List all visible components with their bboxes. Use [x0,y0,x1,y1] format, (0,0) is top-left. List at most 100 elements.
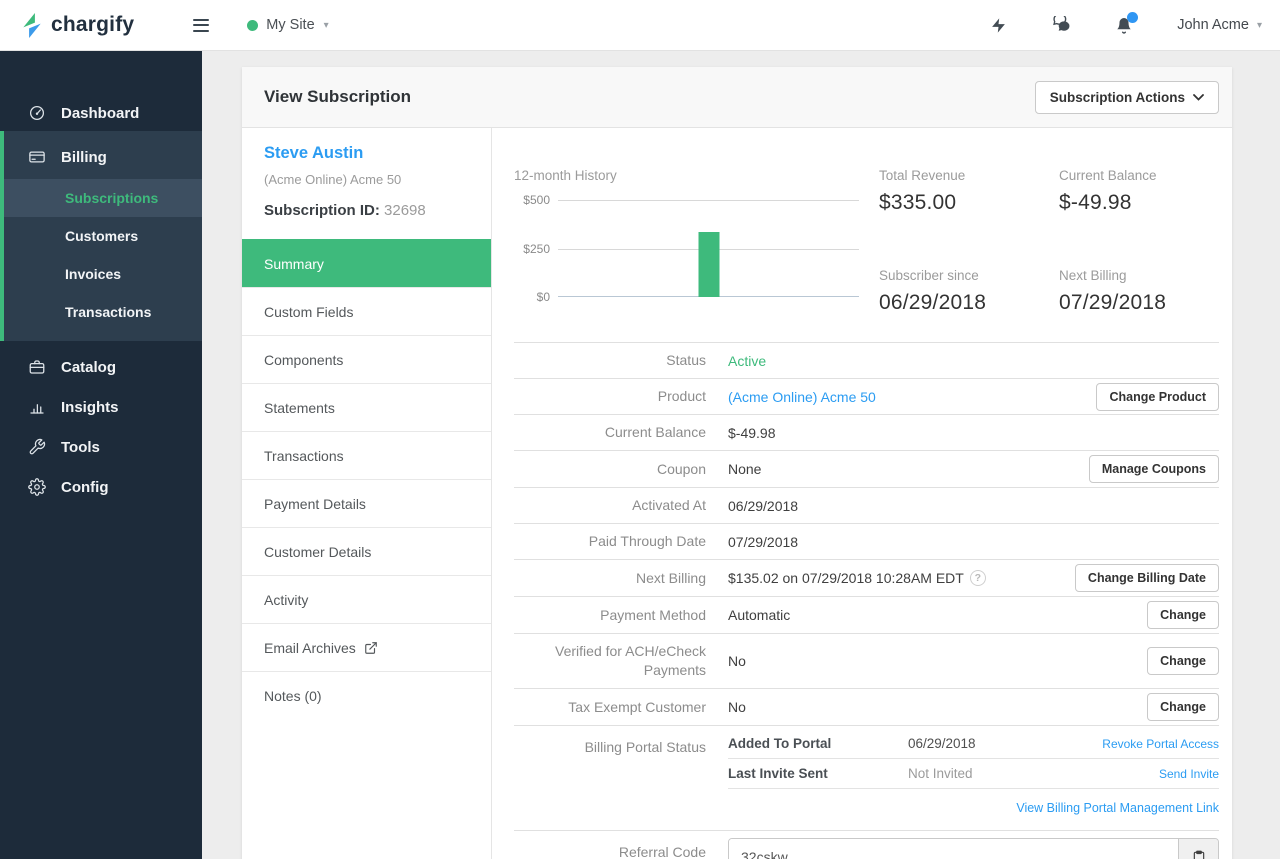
tab-custom-fields[interactable]: Custom Fields [242,287,491,335]
subscription-id-value: 32698 [384,202,426,219]
row-label: Billing Portal Status [584,739,706,755]
sidebar-item-label: Catalog [61,358,117,376]
portal-table: Added To Portal 06/29/2018 Revoke Portal… [728,726,1219,817]
referral-code-input[interactable] [729,839,1178,859]
stat-total-revenue: Total Revenue $335.00 [879,168,1059,242]
help-icon[interactable]: ? [969,570,986,586]
row-label: Current Balance [604,424,706,441]
subscription-actions-label: Subscription Actions [1049,89,1185,105]
row-label: Product [657,388,706,405]
stat-value: 07/29/2018 [1059,291,1167,314]
sidebar: Dashboard Billing Subscriptions Customer… [0,51,202,859]
change-payment-method-button[interactable]: Change [1147,601,1219,629]
sidebar-item-dashboard[interactable]: Dashboard [0,95,202,131]
stats-grid: Total Revenue $335.00 Current Balance $-… [879,168,1219,342]
sidebar-subitem-label: Transactions [65,304,152,320]
row-label: Next Billing [635,569,706,586]
row-label: Paid Through Date [588,533,706,550]
site-name: My Site [266,17,315,33]
chat-icon[interactable] [1051,16,1071,34]
stat-label: Next Billing [1059,268,1127,283]
hamburger-menu-icon[interactable] [189,15,213,36]
stat-value: $-49.98 [1059,191,1132,214]
quick-actions-icon[interactable] [990,17,1007,34]
sidebar-item-billing[interactable]: Billing [4,135,202,179]
view-portal-management-link[interactable]: View Billing Portal Management Link [1016,801,1219,815]
row-value: $-49.98 [728,424,776,441]
tab-notes[interactable]: Notes (0) [242,671,491,719]
tab-email-archives[interactable]: Email Archives [242,623,491,671]
row-label: Payment Method [600,606,706,623]
subscription-actions-button[interactable]: Subscription Actions [1034,80,1219,114]
tab-label: Transactions [264,447,344,464]
sidebar-item-subscriptions[interactable]: Subscriptions [4,179,202,217]
product-link[interactable]: (Acme Online) Acme 50 [728,389,876,405]
gear-icon [28,478,46,496]
sidebar-subitem-label: Invoices [65,266,122,282]
gridline [558,200,859,201]
chart-title: 12-month History [514,168,617,183]
portal-row-value: Not Invited [908,766,973,781]
change-tax-exempt-button[interactable]: Change [1147,693,1219,721]
revoke-portal-access-link[interactable]: Revoke Portal Access [1102,737,1219,751]
chevron-down-icon: ▾ [1256,19,1262,31]
sidebar-item-label: Dashboard [61,104,140,122]
tab-summary[interactable]: Summary [242,239,491,287]
y-tick: $0 [536,290,550,304]
stat-value: $335.00 [879,191,957,214]
row-activated-at: Activated At 06/29/2018 [514,487,1219,523]
subscription-id-label: Subscription ID: [264,202,380,219]
sidebar-item-label: Config [61,478,109,496]
row-paid-through-date: Paid Through Date 07/29/2018 [514,523,1219,559]
tab-components[interactable]: Components [242,335,491,383]
notifications-bell-icon[interactable] [1115,11,1139,35]
copy-to-clipboard-button[interactable] [1178,839,1218,859]
customer-name-link[interactable]: Steve Austin [264,144,469,163]
tab-label: Components [264,351,344,368]
external-link-icon [364,641,377,654]
manage-coupons-button[interactable]: Manage Coupons [1088,455,1219,483]
tab-label: Custom Fields [264,303,354,320]
site-selector[interactable]: My Site ▾ [247,17,329,33]
sidebar-group-billing: Billing Subscriptions Customers Invoices… [0,131,202,341]
details-table: Status Active Product (Acme Online) Acme… [514,342,1219,859]
gauge-icon [29,105,45,121]
row-referral-code: Referral Code [514,830,1219,859]
chargify-logo[interactable]: chargify [20,12,134,39]
summary-panel: 12-month History $500 $250 $0 Total Reve… [492,128,1232,859]
row-value: $135.02 on 07/29/2018 10:28AM EDT [728,570,964,586]
sidebar-item-customers[interactable]: Customers [4,217,202,255]
subscription-nav-panel: Steve Austin (Acme Online) Acme 50 Subsc… [242,128,492,859]
sidebar-item-transactions[interactable]: Transactions [4,293,202,331]
sidebar-item-catalog[interactable]: Catalog [0,347,202,387]
tab-payment-details[interactable]: Payment Details [242,479,491,527]
row-next-billing: Next Billing $135.02 on 07/29/2018 10:28… [514,559,1219,596]
portal-row-added: Added To Portal 06/29/2018 Revoke Portal… [728,729,1219,759]
sidebar-subitem-label: Subscriptions [65,190,159,206]
send-invite-link[interactable]: Send Invite [1159,767,1219,781]
row-ach-verified: Verified for ACH/eCheck Payments No Chan… [514,633,1219,688]
sidebar-item-config[interactable]: Config [0,467,202,507]
row-label: Tax Exempt Customer [568,698,706,715]
stat-label: Current Balance [1059,168,1157,183]
sidebar-item-invoices[interactable]: Invoices [4,255,202,293]
user-menu[interactable]: John Acme ▾ [1177,17,1262,33]
row-value: Automatic [728,607,791,623]
sidebar-item-insights[interactable]: Insights [0,387,202,427]
change-billing-date-button[interactable]: Change Billing Date [1074,564,1219,592]
tab-statements[interactable]: Statements [242,383,491,431]
tab-activity[interactable]: Activity [242,575,491,623]
row-value: No [728,653,746,669]
tab-transactions[interactable]: Transactions [242,431,491,479]
tab-label: Email Archives [264,639,356,656]
tab-label: Statements [264,399,335,416]
tab-label: Notes (0) [264,687,322,704]
stat-next-billing: Next Billing 07/29/2018 [1059,268,1219,342]
sidebar-item-tools[interactable]: Tools [0,427,202,467]
change-ach-button[interactable]: Change [1147,647,1219,675]
history-chart: 12-month History $500 $250 $0 [514,168,859,342]
tab-customer-details[interactable]: Customer Details [242,527,491,575]
change-product-button[interactable]: Change Product [1096,382,1219,411]
status-value: Active [728,352,767,369]
history-chart-plot [558,200,859,297]
